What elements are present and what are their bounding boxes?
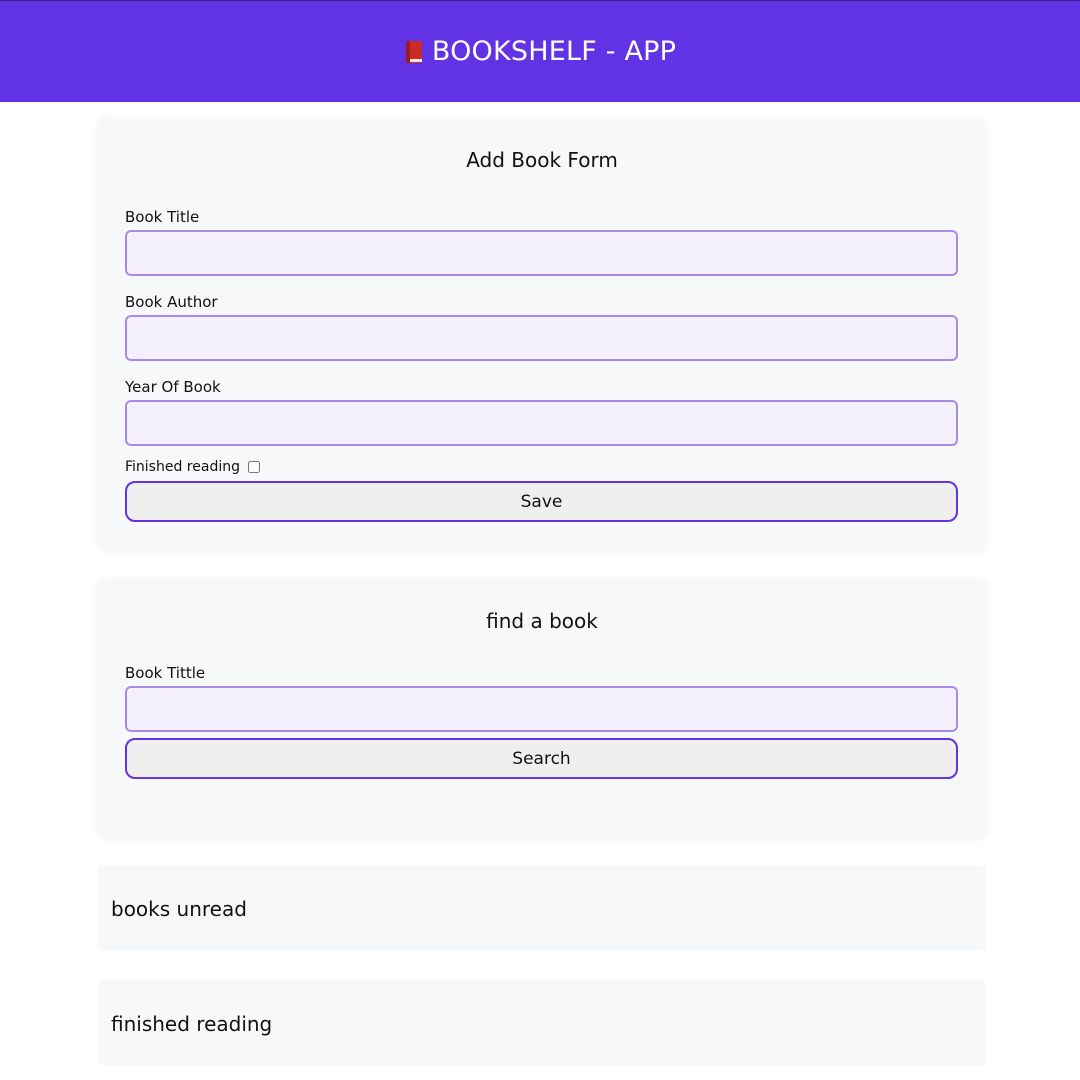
finished-books-title: finished reading: [111, 1012, 273, 1036]
search-title-input[interactable]: [125, 686, 958, 732]
finished-reading-label: Finished reading: [125, 459, 240, 475]
book-title-input[interactable]: [125, 230, 958, 276]
book-author-label: Book Author: [125, 293, 218, 311]
book-author-input[interactable]: [125, 315, 958, 361]
search-button[interactable]: Search: [125, 738, 958, 779]
search-book-form: find a book Book Tittle Search: [98, 578, 986, 836]
app-title-text: BOOKSHELF - APP: [431, 36, 677, 67]
search-form-title: find a book: [486, 609, 598, 633]
app-header: BOOKSHELF - APP: [0, 0, 1080, 102]
book-year-label: Year Of Book: [125, 378, 221, 396]
search-title-label: Book Tittle: [125, 664, 206, 682]
app-title: BOOKSHELF - APP: [404, 36, 676, 67]
finished-reading-row: Finished reading: [125, 459, 260, 475]
add-book-form: Add Book Form Book Title Book Author Yea…: [98, 117, 986, 549]
save-button[interactable]: Save: [125, 481, 958, 522]
unread-books-section: books unread: [98, 865, 986, 951]
finished-reading-checkbox[interactable]: [247, 461, 260, 473]
add-book-form-title: Add Book Form: [466, 148, 618, 172]
finished-books-section: finished reading: [98, 980, 986, 1066]
unread-books-title: books unread: [111, 897, 247, 921]
book-year-input[interactable]: [125, 400, 958, 446]
book-title-label: Book Title: [125, 208, 200, 226]
book-icon: [404, 40, 424, 64]
